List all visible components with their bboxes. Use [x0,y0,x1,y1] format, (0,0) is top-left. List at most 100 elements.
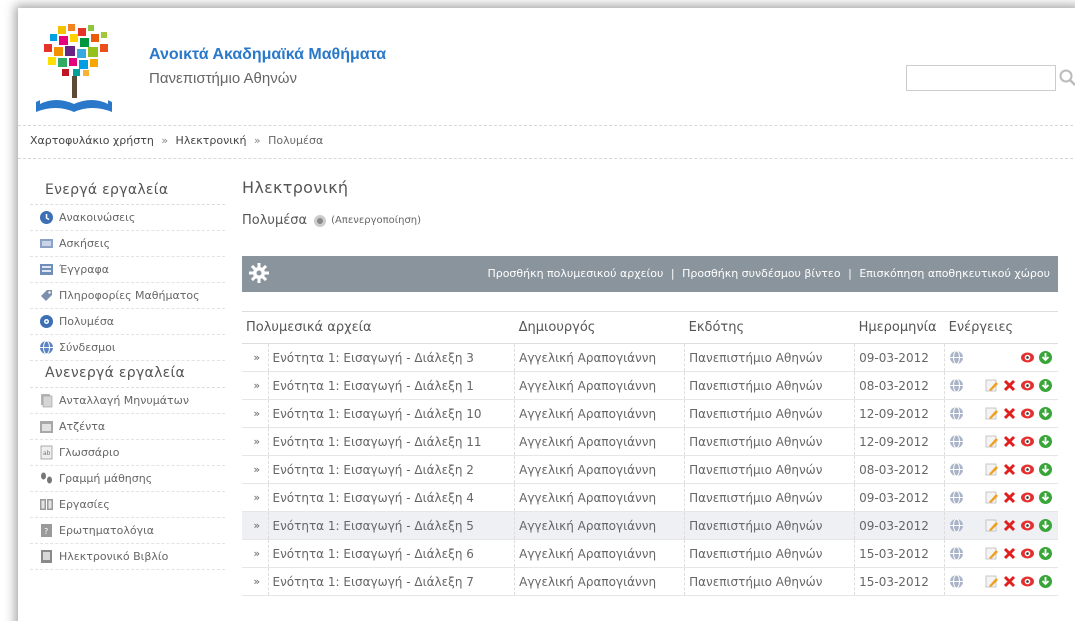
download-icon[interactable] [1038,434,1053,449]
visibility-eye-icon[interactable] [1020,546,1035,561]
download-icon[interactable] [1038,462,1053,477]
course-info-icon [41,290,52,301]
download-icon[interactable] [1038,350,1053,365]
delete-icon[interactable] [1002,406,1017,421]
visibility-eye-icon[interactable] [1020,490,1035,505]
visibility-eye-icon[interactable] [1020,406,1035,421]
site-title[interactable]: Ανοικτά Ακαδημαϊκά Μαθήματα [149,46,386,64]
row-arrow-icon: » [242,539,268,568]
globe-icon[interactable] [949,406,964,421]
header-creator[interactable]: Δημιουργός [514,311,685,344]
media-file-link[interactable]: Ενότητα 1: Εισαγωγή - Διάλεξη 5 [273,519,474,533]
edit-icon[interactable] [984,518,999,533]
edit-icon[interactable] [984,406,999,421]
sidebar-item-messages[interactable]: Ανταλλαγή Μηνυμάτων [30,388,225,414]
publisher-cell: Πανεπιστήμιο Αθηνών [684,539,855,568]
globe-icon[interactable] [949,574,964,589]
media-file-link[interactable]: Ενότητα 1: Εισαγωγή - Διάλεξη 1 [273,379,474,393]
edit-icon[interactable] [984,574,999,589]
edit-icon[interactable] [984,378,999,393]
visibility-eye-icon[interactable] [1020,434,1035,449]
delete-icon[interactable] [1002,462,1017,477]
download-icon[interactable] [1038,490,1053,505]
breadcrumb-course[interactable]: Ηλεκτρονική [176,134,247,147]
delete-icon[interactable] [1002,574,1017,589]
globe-icon[interactable] [949,462,964,477]
globe-icon[interactable] [949,546,964,561]
media-file-link[interactable]: Ενότητα 1: Εισαγωγή - Διάλεξη 4 [273,491,474,505]
gear-icon[interactable] [248,262,270,284]
globe-icon[interactable] [949,378,964,393]
delete-icon[interactable] [1002,378,1017,393]
edit-icon[interactable] [984,462,999,477]
sidebar-item-learning-path[interactable]: Γραμμή μάθησης [30,466,225,492]
sidebar-item-label: Έγγραφα [59,262,109,276]
delete-icon[interactable] [1002,434,1017,449]
file-cell: Ενότητα 1: Εισαγωγή - Διάλεξη 3 [267,343,515,372]
header-publisher[interactable]: Εκδότης [684,311,855,344]
breadcrumb-portfolio[interactable]: Χαρτοφυλάκιο χρήστη [30,134,154,147]
edit-icon[interactable] [984,546,999,561]
edit-icon[interactable] [984,490,999,505]
globe-icon[interactable] [949,350,964,365]
media-table-body: » Ενότητα 1: Εισαγωγή - Διάλεξη 3 Αγγελι… [242,343,1058,596]
sidebar-item-documents[interactable]: Έγγραφα [30,257,225,283]
visibility-eye-icon[interactable] [1020,574,1035,589]
media-file-link[interactable]: Ενότητα 1: Εισαγωγή - Διάλεξη 10 [273,407,482,421]
date-cell: 08-03-2012 [854,455,945,484]
header-date[interactable]: Ημερομηνία [854,311,945,344]
messages-icon [41,394,53,408]
media-file-link[interactable]: Ενότητα 1: Εισαγωγή - Διάλεξη 3 [273,351,474,365]
sidebar-item-announcements[interactable]: Ανακοινώσεις [30,205,225,231]
visibility-eye-icon[interactable] [1020,518,1035,533]
delete-icon[interactable] [1002,490,1017,505]
download-icon[interactable] [1038,574,1053,589]
site-logo[interactable] [28,22,120,118]
download-icon[interactable] [1038,378,1053,393]
delete-icon[interactable] [1002,518,1017,533]
row-actions [949,378,1058,393]
actions-cell [944,399,1058,428]
file-cell: Ενότητα 1: Εισαγωγή - Διάλεξη 6 [267,539,515,568]
globe-icon[interactable] [949,518,964,533]
sidebar-item-multimedia[interactable]: Πολυμέσα [30,309,225,335]
sidebar-item-ebook[interactable]: Ηλεκτρονικό Βιβλίο [30,544,225,570]
media-file-link[interactable]: Ενότητα 1: Εισαγωγή - Διάλεξη 7 [273,575,474,589]
media-file-link[interactable]: Ενότητα 1: Εισαγωγή - Διάλεξη 2 [273,463,474,477]
download-icon[interactable] [1038,546,1053,561]
download-icon[interactable] [1038,406,1053,421]
sidebar-item-glossary[interactable]: ab Γλωσσάριο [30,440,225,466]
page-frame: Ανοικτά Ακαδημαϊκά Μαθήματα Πανεπιστήμιο… [18,8,1075,621]
visibility-eye-icon[interactable] [1020,378,1035,393]
creator-cell: Αγγελική Αραπογιάννη [514,511,685,540]
sidebar-item-exercises[interactable]: Ασκήσεις [30,231,225,257]
globe-icon[interactable] [949,434,964,449]
search-input[interactable] [906,65,1056,91]
sidebar-item-assignments[interactable]: Εργασίες [30,492,225,518]
globe-icon[interactable] [949,490,964,505]
add-video-link[interactable]: Προσθήκη συνδέσμου βίντεο [682,267,841,280]
header-media-files[interactable]: Πολυμεσικά αρχεία [242,311,515,344]
creator-cell: Αγγελική Αραπογιάννη [514,539,685,568]
sidebar-item-questionnaires[interactable]: ? Ερωτηματολόγια [30,518,225,544]
toggle-visibility-icon[interactable] [313,214,327,228]
sidebar-item-course-info[interactable]: Πληροφορίες Μαθήματος [30,283,225,309]
sidebar-item-agenda[interactable]: Ατζέντα [30,414,225,440]
add-media-link[interactable]: Προσθήκη πολυμεσικού αρχείου [487,267,663,280]
deactivate-tool-link[interactable]: (Απενεργοποίηση) [331,215,421,226]
sidebar-item-links[interactable]: Σύνδεσμοι [30,335,225,361]
media-file-link[interactable]: Ενότητα 1: Εισαγωγή - Διάλεξη 11 [273,435,482,449]
storage-overview-link[interactable]: Επισκόπηση αποθηκευτικού χώρου [859,267,1050,280]
media-file-link[interactable]: Ενότητα 1: Εισαγωγή - Διάλεξη 6 [273,547,474,561]
visibility-eye-icon[interactable] [1020,462,1035,477]
date-cell: 12-09-2012 [854,399,945,428]
row-arrow-icon: » [242,343,268,372]
search-icon[interactable] [1058,66,1075,90]
edit-icon[interactable] [984,434,999,449]
visibility-eye-icon[interactable] [1020,350,1035,365]
row-actions [949,350,1058,365]
inactive-tools-heading: Ανενεργά εργαλεία [30,361,225,388]
publisher-cell: Πανεπιστήμιο Αθηνών [684,483,855,512]
delete-icon[interactable] [1002,546,1017,561]
download-icon[interactable] [1038,518,1053,533]
